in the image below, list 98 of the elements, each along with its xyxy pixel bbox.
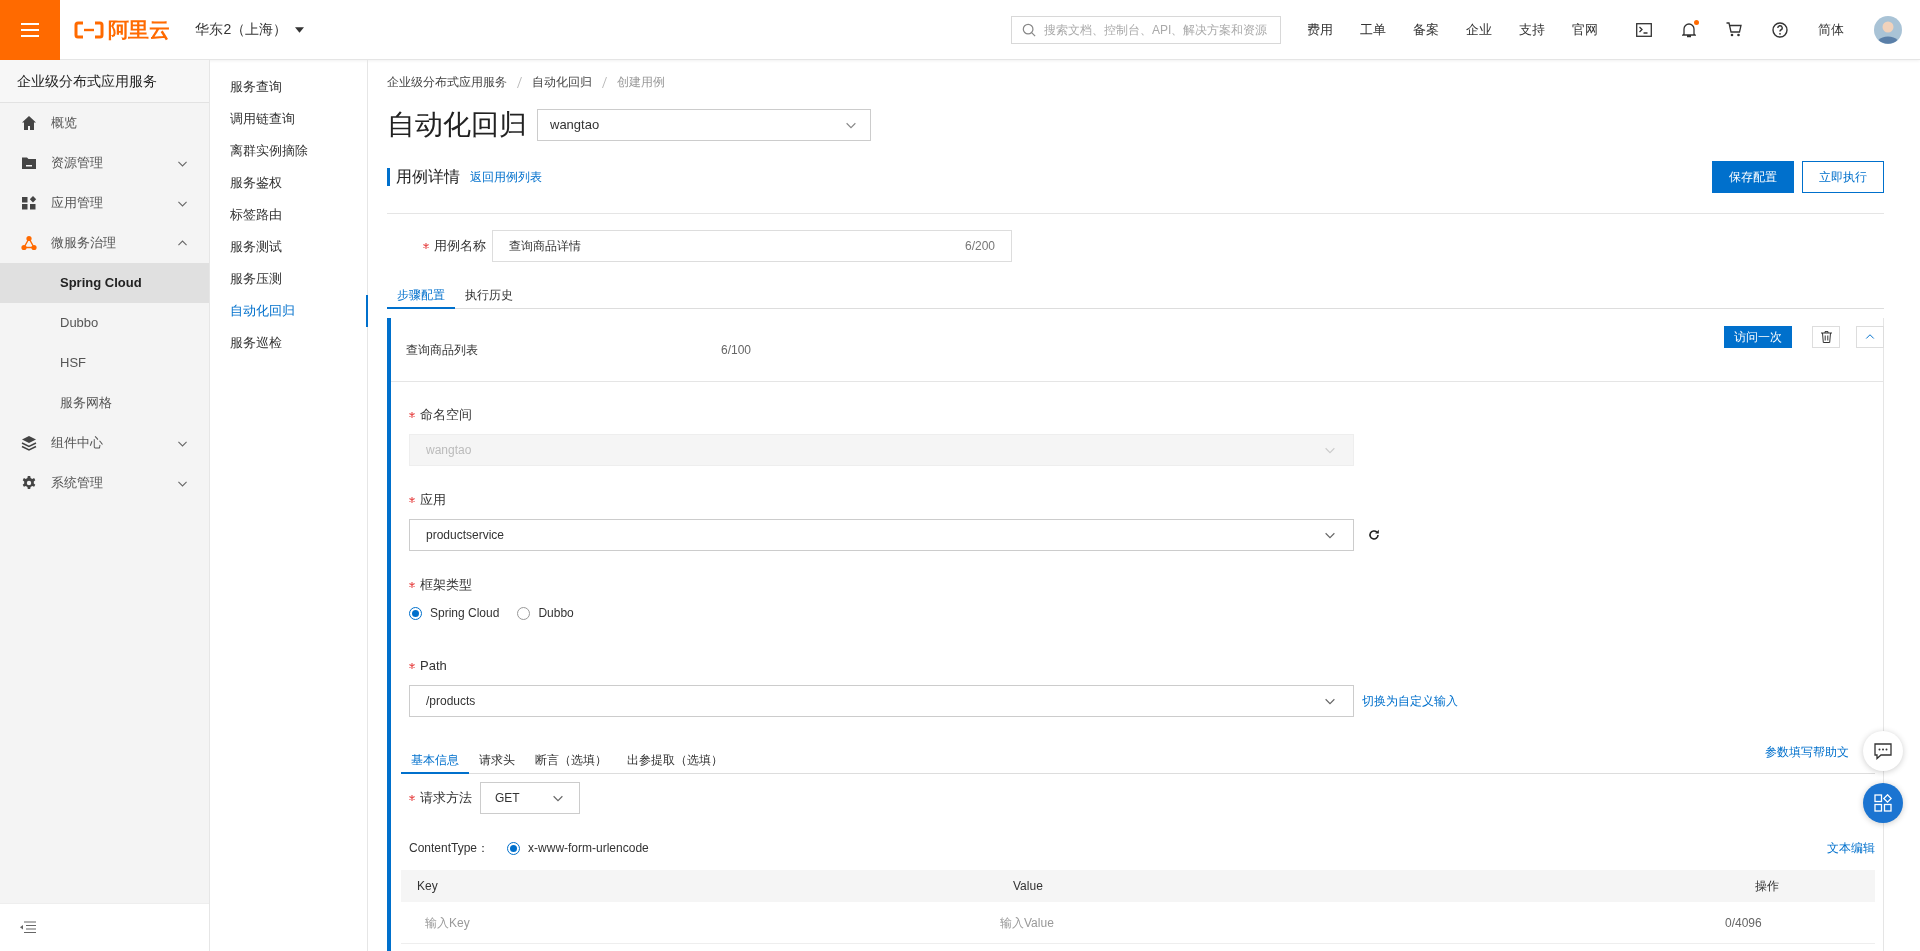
field-label: ContentType： <box>409 840 490 857</box>
sidebar-item[interactable]: 概览 <box>0 103 209 143</box>
breadcrumb-link[interactable]: 企业级分布式应用服务 <box>387 73 507 91</box>
sidebar-subitem[interactable]: Spring Cloud <box>0 263 209 303</box>
visit-button[interactable]: 访问一次 <box>1724 326 1792 348</box>
help-icon[interactable] <box>1772 21 1788 38</box>
subnav-item[interactable]: 调用链查询 <box>210 103 368 135</box>
collapse-icon[interactable] <box>20 921 36 934</box>
blocks-icon <box>21 195 37 211</box>
field-label: 应用 <box>420 491 446 510</box>
language-link[interactable]: 简体 <box>1818 19 1844 40</box>
sidebar-item[interactable]: 微服务治理 <box>0 223 209 263</box>
step-name: 查询商品列表 <box>406 341 479 359</box>
action-button[interactable]: 立即执行 <box>1802 161 1884 193</box>
text-edit-link[interactable]: 文本编辑 <box>1827 839 1875 857</box>
tab[interactable]: 步骤配置 <box>387 286 455 309</box>
select-field[interactable]: /products <box>409 685 1354 717</box>
nodes-icon <box>21 235 37 251</box>
field-label: 框架类型 <box>420 576 472 595</box>
help-link[interactable]: 参数填写帮助文 <box>1765 743 1849 761</box>
char-counter: 0/4096 <box>1725 914 1763 932</box>
radio-option[interactable]: Spring Cloud <box>409 604 500 622</box>
tab[interactable]: 出参提取（选填） <box>617 751 733 774</box>
custom-input-link[interactable]: 切换为自定义输入 <box>1362 692 1458 710</box>
cart-icon[interactable] <box>1726 22 1742 37</box>
field-label: Path <box>420 657 447 676</box>
slash-icon <box>602 76 607 88</box>
bracket-logo-icon <box>74 20 104 39</box>
apps-button[interactable] <box>1863 783 1903 823</box>
apps-icon <box>1874 794 1892 812</box>
back-link[interactable]: 返回用例列表 <box>470 168 542 186</box>
namespace-select[interactable]: wangtao <box>537 109 871 141</box>
action-button[interactable]: 保存配置 <box>1712 161 1794 193</box>
menu-icon <box>21 21 39 38</box>
char-counter: 6/200 <box>964 238 995 255</box>
case-name-input[interactable]: 查询商品详情 6/200 <box>492 230 1012 262</box>
chat-icon <box>1874 742 1892 760</box>
gear-icon <box>21 475 37 491</box>
field-label: 命名空间 <box>420 406 472 425</box>
sidebar-item[interactable]: 组件中心 <box>0 423 209 463</box>
subnav-item[interactable]: 服务压测 <box>210 263 368 295</box>
field-label: 用例名称 <box>434 237 486 256</box>
page-title: 自动化回归 <box>387 109 527 141</box>
avatar-icon[interactable] <box>1874 15 1902 44</box>
nav-link[interactable]: 工单 <box>1360 19 1386 40</box>
tab[interactable]: 请求头 <box>469 751 525 774</box>
caret-down-icon <box>295 26 305 33</box>
field-label: 请求方法 <box>420 789 472 808</box>
subnav-item[interactable]: 服务鉴权 <box>210 167 368 199</box>
section-title: 用例详情 <box>396 167 460 187</box>
trash-icon <box>1820 331 1832 343</box>
folder-icon <box>21 155 37 171</box>
subnav-item[interactable]: 标签路由 <box>210 199 368 231</box>
breadcrumb-link[interactable]: 自动化回归 <box>532 73 592 91</box>
terminal-icon[interactable] <box>1636 22 1652 37</box>
tab[interactable]: 执行历史 <box>455 286 523 309</box>
sidebar-item[interactable]: 系统管理 <box>0 463 209 503</box>
nav-link[interactable]: 支持 <box>1519 19 1545 40</box>
column-header: Value <box>1012 878 1044 895</box>
sidebar-subitem[interactable]: Dubbo <box>0 303 209 343</box>
method-select[interactable]: GET <box>480 782 580 814</box>
sidebar-title: 企业级分布式应用服务 <box>17 71 157 91</box>
select-field[interactable]: productservice <box>409 519 1354 551</box>
sidebar-subitem[interactable]: HSF <box>0 343 209 383</box>
region-selector[interactable]: 华东2（上海） <box>195 19 305 40</box>
home-icon <box>21 115 37 131</box>
subnav-item[interactable]: 服务测试 <box>210 231 368 263</box>
char-counter: 6/100 <box>721 341 752 359</box>
radio-option[interactable]: Dubbo <box>517 604 574 622</box>
subnav-item[interactable]: 服务巡检 <box>210 327 368 359</box>
nav-link[interactable]: 备案 <box>1413 19 1439 40</box>
sidebar-subitem[interactable]: 服务网格 <box>0 383 209 423</box>
sidebar-item[interactable]: 应用管理 <box>0 183 209 223</box>
sidebar-item[interactable]: 资源管理 <box>0 143 209 183</box>
subnav-item[interactable]: 离群实例摘除 <box>210 135 368 167</box>
menu-button[interactable] <box>0 0 60 60</box>
key-input[interactable]: 输入Key <box>411 907 984 938</box>
chat-button[interactable] <box>1863 731 1903 771</box>
search-icon <box>1022 22 1036 37</box>
select-field: wangtao <box>409 434 1354 466</box>
refresh-icon[interactable] <box>1368 529 1380 541</box>
layers-icon <box>21 435 37 451</box>
radio-option[interactable]: x-www-form-urlencode <box>507 839 649 857</box>
value-input[interactable]: 输入Value <box>997 907 1712 938</box>
bell-icon[interactable] <box>1682 21 1696 38</box>
delete-button[interactable] <box>1812 326 1840 348</box>
logo-text: 阿里云 <box>108 16 170 43</box>
subnav-item[interactable]: 服务查询 <box>210 71 368 103</box>
column-header: 操作 <box>1754 878 1780 895</box>
nav-link[interactable]: 费用 <box>1307 19 1333 40</box>
nav-link[interactable]: 企业 <box>1466 19 1492 40</box>
tab[interactable]: 断言（选填） <box>525 751 617 774</box>
nav-link[interactable]: 官网 <box>1572 19 1598 40</box>
tab[interactable]: 基本信息 <box>401 751 469 774</box>
subnav-item[interactable]: 自动化回归 <box>210 295 368 327</box>
slash-icon <box>517 76 522 88</box>
search-field[interactable]: 搜索文档、控制台、API、解决方案和资源 <box>1011 15 1281 44</box>
column-header: Key <box>416 878 439 895</box>
